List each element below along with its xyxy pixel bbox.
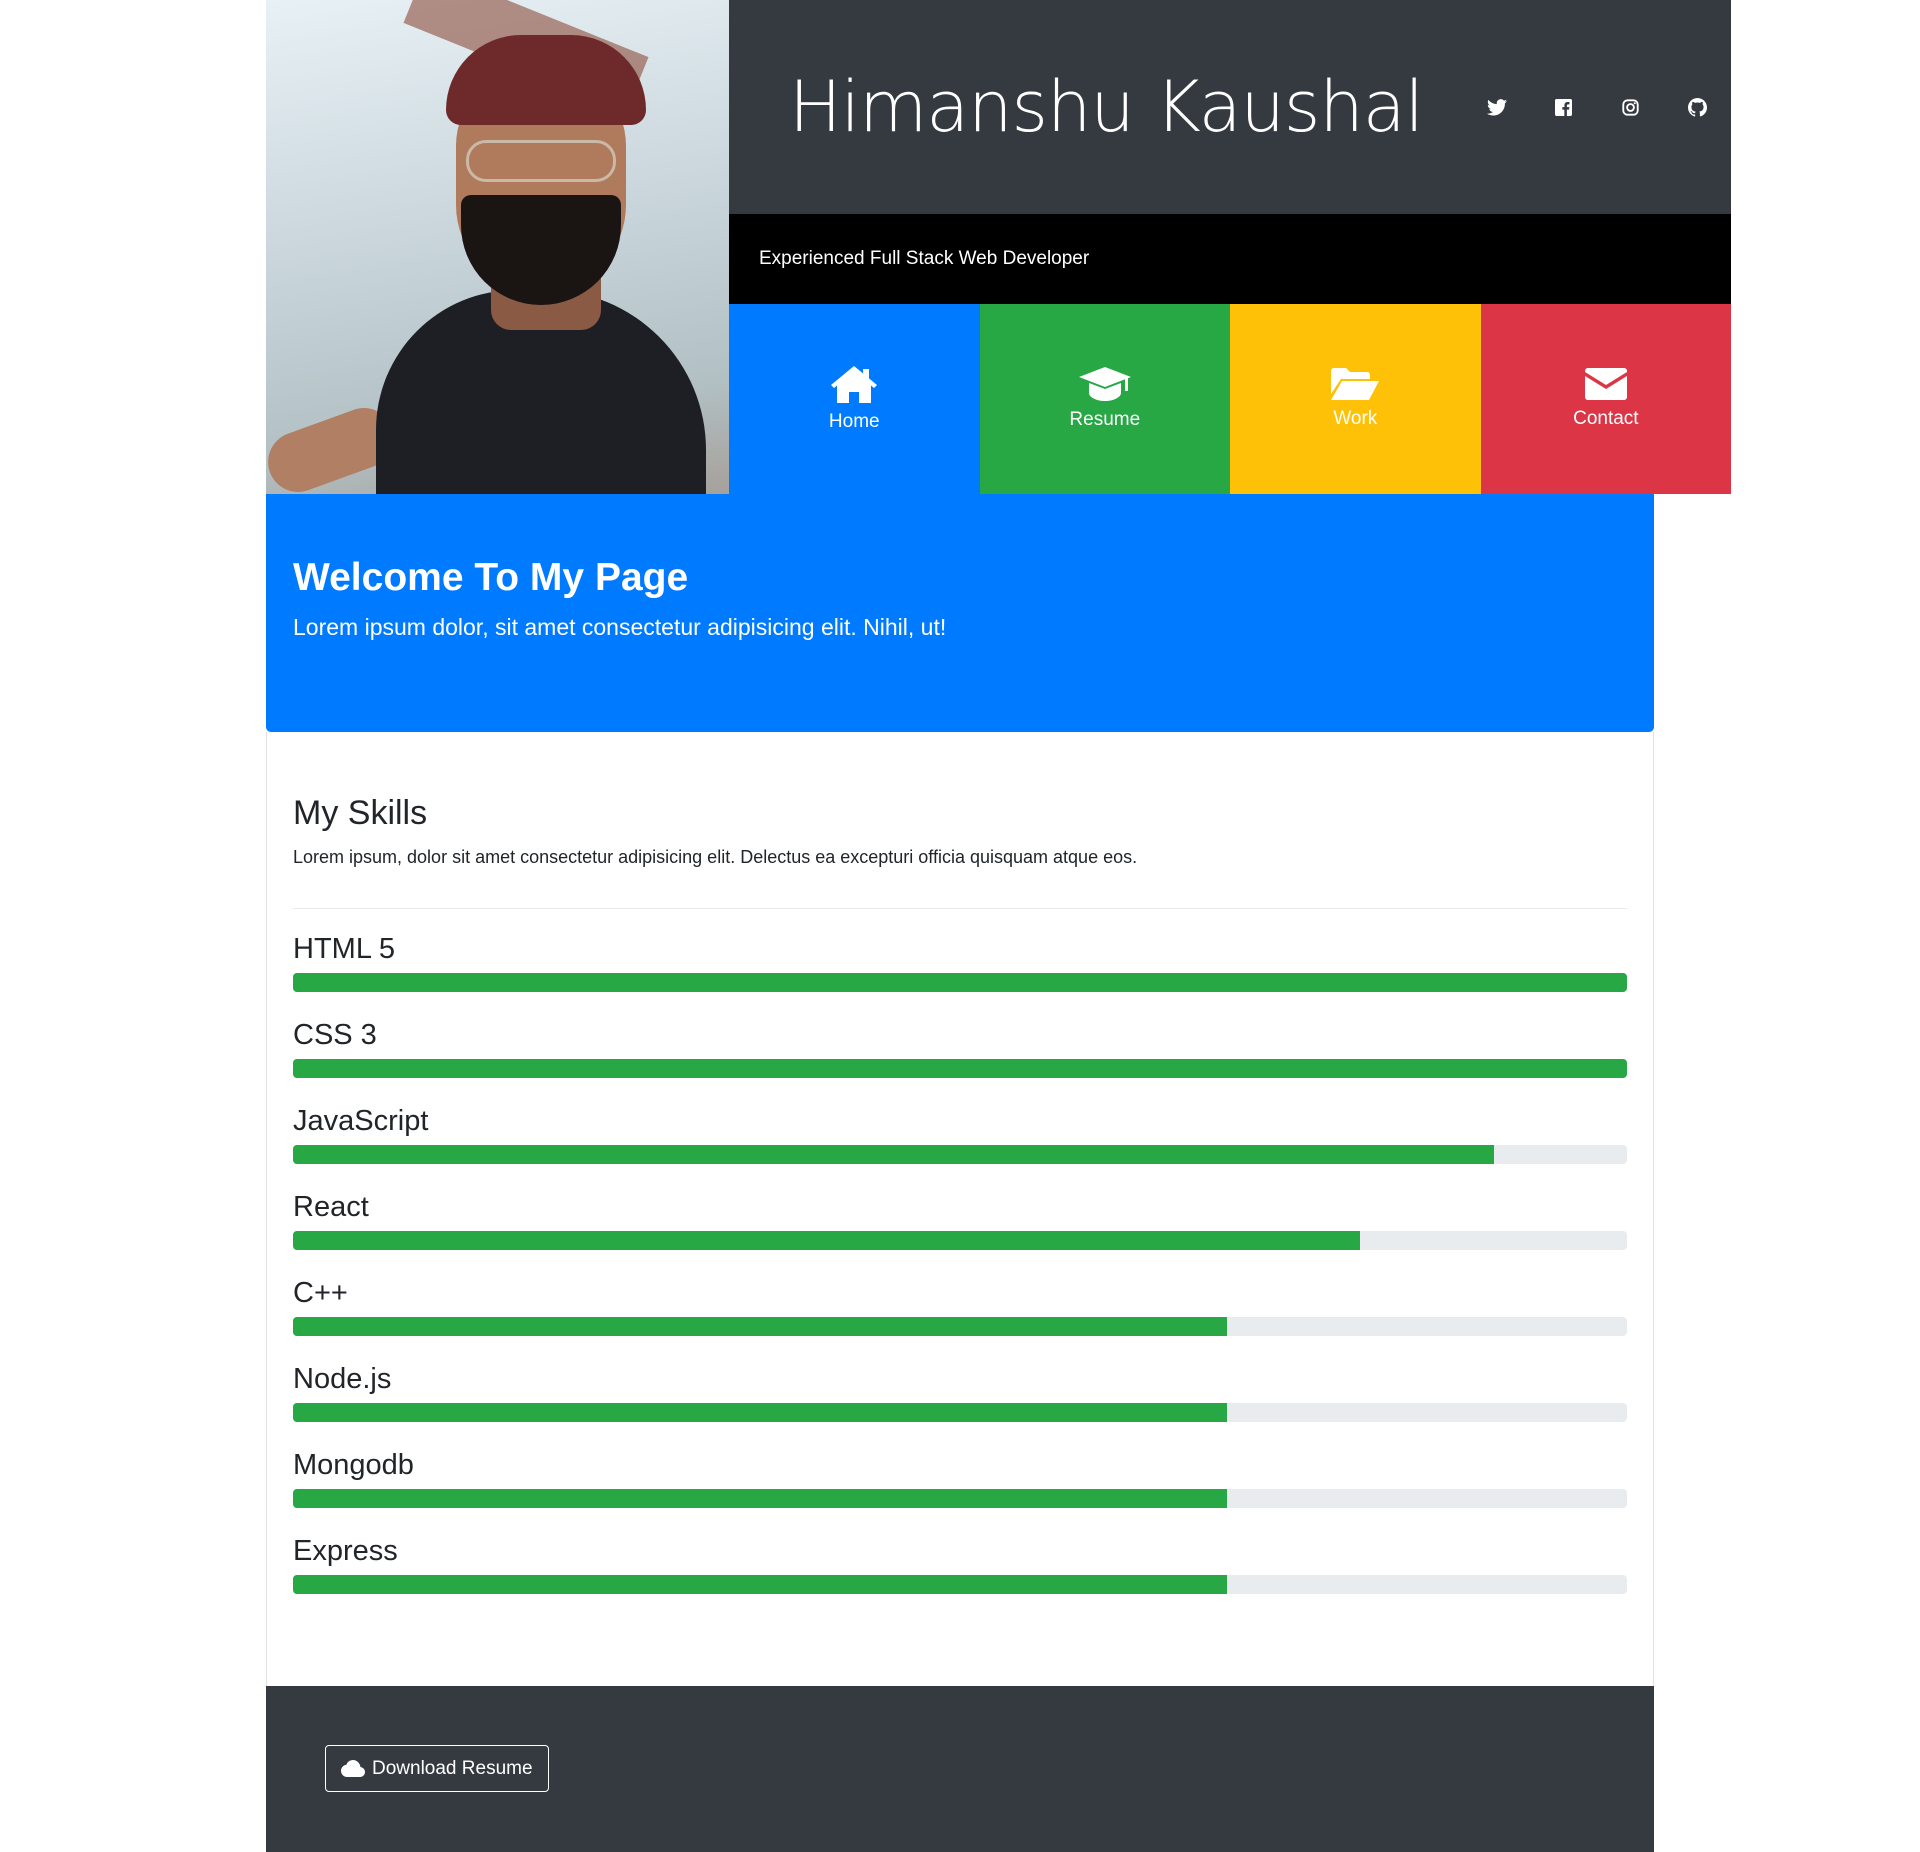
skill-name: CSS 3 — [293, 1019, 377, 1051]
skill-progress-bar — [293, 1575, 1227, 1594]
skill-progress-bar — [293, 1317, 1227, 1336]
tagline-bar: Experienced Full Stack Web Developer — [729, 214, 1732, 304]
skill-progress-bar — [293, 1403, 1227, 1422]
nav-resume[interactable]: Resume — [979, 304, 1231, 494]
nav-work[interactable]: Work — [1230, 304, 1481, 494]
instagram-icon[interactable] — [1597, 87, 1664, 127]
profile-photo — [266, 0, 729, 494]
social-links — [1463, 87, 1731, 127]
skills-section: My Skills Lorem ipsum, dolor sit amet co… — [266, 732, 1654, 1686]
skill-progress-track — [293, 1231, 1627, 1250]
folder-open-icon — [1331, 368, 1380, 400]
name-bar: Himanshu Kaushal — [729, 0, 1732, 214]
nav-contact-label: Contact — [1573, 408, 1639, 429]
nav-home[interactable]: Home — [729, 304, 980, 494]
welcome-title: Welcome To My Page — [293, 556, 689, 599]
skill-item: CSS 3 — [293, 1015, 1627, 1078]
skill-progress-track — [293, 973, 1627, 992]
skill-name: C++ — [293, 1277, 348, 1309]
header-right: Himanshu Kaushal Experienced Full Stack … — [729, 0, 1732, 494]
skill-progress-track — [293, 1575, 1627, 1594]
skill-name: HTML 5 — [293, 933, 396, 965]
divider — [293, 908, 1627, 909]
skill-name: Mongodb — [293, 1449, 414, 1481]
skill-progress-bar — [293, 973, 1627, 992]
envelope-icon — [1584, 368, 1627, 400]
skill-progress-track — [293, 1403, 1627, 1422]
skill-item: Mongodb — [293, 1445, 1627, 1508]
skill-progress-track — [293, 1145, 1627, 1164]
skill-progress-bar — [293, 1489, 1227, 1508]
skill-item: Express — [293, 1531, 1627, 1594]
nav-contact[interactable]: Contact — [1480, 304, 1732, 494]
skill-name: JavaScript — [293, 1105, 429, 1137]
cloud-icon — [341, 1760, 365, 1777]
site-title: Himanshu Kaushal — [789, 66, 1424, 148]
tagline: Experienced Full Stack Web Developer — [759, 248, 1090, 269]
nav-work-label: Work — [1333, 408, 1378, 429]
download-resume-button[interactable]: Download Resume — [325, 1745, 549, 1792]
skill-name: Express — [293, 1535, 398, 1567]
skill-progress-track — [293, 1059, 1627, 1078]
main-nav: Home Resume Work Contact — [729, 304, 1732, 494]
nav-home-label: Home — [828, 410, 880, 432]
welcome-text: Lorem ipsum dolor, sit amet consectetur … — [293, 614, 947, 640]
skill-list: HTML 5 CSS 3 JavaScript React C++ Node.js Mong… — [293, 929, 1627, 1594]
skill-item: Node.js — [293, 1359, 1627, 1422]
header: Himanshu Kaushal Experienced Full Stack … — [266, 0, 1732, 494]
skill-progress-bar — [293, 1059, 1627, 1078]
footer: Download Resume — [266, 1686, 1654, 1852]
skills-description: Lorem ipsum, dolor sit amet consectetur … — [293, 847, 1138, 867]
skill-name: Node.js — [293, 1363, 392, 1395]
download-resume-label: Download Resume — [372, 1757, 533, 1779]
skill-item: React — [293, 1187, 1627, 1250]
skill-progress-track — [293, 1489, 1627, 1508]
skill-progress-bar — [293, 1231, 1361, 1250]
graduation-cap-icon — [1078, 367, 1131, 401]
skill-progress-bar — [293, 1145, 1494, 1164]
skill-item: C++ — [293, 1273, 1627, 1336]
page-container: Himanshu Kaushal Experienced Full Stack … — [266, 0, 1732, 1852]
facebook-icon[interactable] — [1530, 87, 1597, 127]
skills-title: My Skills — [293, 794, 428, 832]
github-icon[interactable] — [1664, 87, 1731, 127]
twitter-icon[interactable] — [1463, 87, 1530, 127]
skill-progress-track — [293, 1317, 1627, 1336]
skill-item: JavaScript — [293, 1101, 1627, 1164]
welcome-banner: Welcome To My Page Lorem ipsum dolor, si… — [266, 494, 1654, 732]
skill-name: React — [293, 1191, 369, 1223]
home-icon — [831, 365, 878, 403]
skill-item: HTML 5 — [293, 929, 1627, 992]
nav-resume-label: Resume — [1069, 409, 1141, 430]
